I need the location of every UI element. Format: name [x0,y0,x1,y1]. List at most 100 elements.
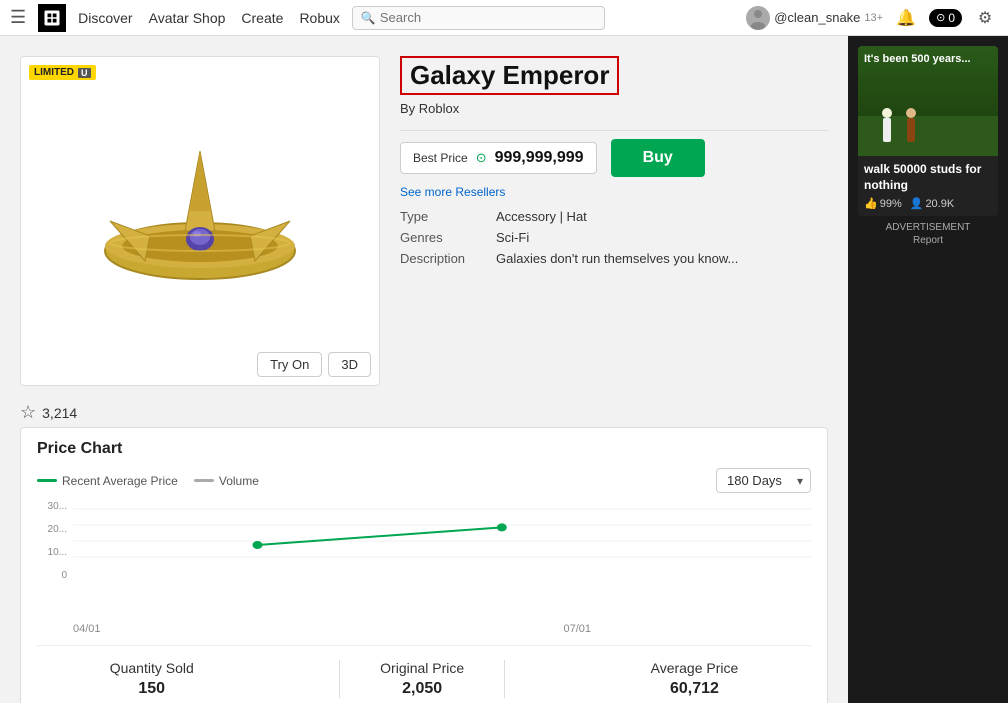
stat-average-price: Average Price 60,712 [651,660,739,698]
legend-avg-label: Recent Average Price [62,474,178,488]
roblox-logo[interactable] [38,4,66,32]
type-value: Accessory | Hat [496,209,587,224]
nav-discover[interactable]: Discover [78,10,132,26]
star-count: 3,214 [42,405,77,421]
ad-report-link[interactable]: Report [913,235,943,246]
price-value: 999,999,999 [495,149,584,167]
ad-title: It's been 500 years... [864,52,971,66]
ad-players: 👤 20.9K [910,197,954,210]
legend-gray-line [194,479,214,482]
star-rating-row: ☆ 3,214 [20,402,828,423]
item-image [90,121,310,321]
menu-icon[interactable]: ☰ [10,7,26,28]
stats-row: Quantity Sold 150 Original Price 2,050 A… [37,645,811,702]
type-label: Type [400,209,480,224]
nav-links: Discover Avatar Shop Create Robux [78,10,340,26]
description-value: Galaxies don't run themselves you know..… [496,251,738,266]
star-icon[interactable]: ☆ [20,402,36,423]
original-price-value: 2,050 [402,680,442,698]
ad-players-value: 20.9K [925,198,954,210]
see-resellers-link[interactable]: See more Resellers [400,185,828,199]
genres-row: Genres Sci-Fi [400,230,828,245]
ad-stats: 👍 99% 👤 20.9K [864,197,992,210]
chart-y-labels: 30... 20... 10... 0 [37,501,67,581]
thumbs-up-icon: 👍 [864,197,878,210]
y-label-0: 0 [37,570,67,581]
nav-avatar-shop[interactable]: Avatar Shop [149,10,226,26]
chart-container: 30... 20... 10... 0 [37,501,811,621]
search-icon: 🔍 [361,11,376,25]
days-select[interactable]: 180 Days 90 Days 30 Days [716,468,811,493]
price-box: Best Price ⊙ 999,999,999 [400,142,597,174]
nav-robux[interactable]: Robux [299,10,339,26]
x-label-apr: 04/01 [73,623,101,635]
ad-figure-2 [902,108,920,148]
average-price-label: Average Price [651,660,739,676]
ad-likes-value: 99% [880,198,902,210]
content-area: LIMITED U [0,36,848,703]
legend-green-line [37,479,57,482]
y-label-30: 30... [37,501,67,512]
players-icon: 👤 [910,197,924,210]
robux-icon: ⊙ [936,11,945,24]
ad-label: ADVERTISEMENT [886,222,971,233]
quantity-sold-value: 150 [138,680,165,698]
ad-sidebar: It's been 500 years... walk 50000 studs … [848,36,1008,703]
item-title: Galaxy Emperor [400,56,619,95]
genres-value: Sci-Fi [496,230,529,245]
main-layout: LIMITED U [0,36,1008,703]
buy-button[interactable]: Buy [611,139,705,177]
chart-x-labels: 04/01 07/01 [73,623,811,635]
robux-icon: ⊙ [476,150,487,166]
ad-footer: walk 50000 studs for nothing 👍 99% 👤 20.… [858,156,998,216]
best-price-label: Best Price [413,151,468,165]
y-label-20: 20... [37,524,67,535]
search-input[interactable] [380,10,596,25]
quantity-sold-label: Quantity Sold [110,660,194,676]
nav-create[interactable]: Create [241,10,283,26]
chart-svg [73,501,811,581]
item-3d-controls: Try On 3D [257,352,371,377]
stat-quantity-sold: Quantity Sold 150 [110,660,194,698]
description-row: Description Galaxies don't run themselve… [400,251,828,266]
ad-figure-1 [878,108,896,148]
y-label-10: 10... [37,547,67,558]
days-selector[interactable]: 180 Days 90 Days 30 Days [716,468,811,493]
legend-vol-label: Volume [219,474,259,488]
item-image-box: LIMITED U [20,56,380,386]
legend-vol: Volume [194,474,259,488]
settings-icon[interactable]: ⚙ [972,5,998,31]
price-chart-section: Price Chart Recent Average Price Volume … [20,427,828,703]
user-profile[interactable]: @clean_snake 13+ [746,6,883,30]
stat-original-price: Original Price 2,050 [339,660,505,698]
search-bar[interactable]: 🔍 [352,6,605,30]
price-row: Best Price ⊙ 999,999,999 Buy [400,139,828,177]
ad-image: It's been 500 years... [858,46,998,156]
u-badge: U [78,68,91,78]
ad-likes: 👍 99% [864,197,902,210]
top-navigation: ☰ Discover Avatar Shop Create Robux 🔍 @c… [0,0,1008,36]
genres-label: Genres [400,230,480,245]
username: @clean_snake [774,10,860,25]
user-age: 13+ [864,12,883,24]
limited-badge: LIMITED U [29,65,96,80]
ad-box: It's been 500 years... walk 50000 studs … [858,46,998,216]
item-info: Galaxy Emperor By Roblox Best Price ⊙ 99… [400,56,828,386]
item-header: LIMITED U [20,46,828,396]
chart-title: Price Chart [37,440,811,458]
item-creator: By Roblox [400,101,828,116]
chart-legend: Recent Average Price Volume [37,474,259,488]
type-row: Type Accessory | Hat [400,209,828,224]
item-meta: Type Accessory | Hat Genres Sci-Fi Descr… [400,209,828,266]
ad-body-text: walk 50000 studs for nothing [864,162,992,193]
try-on-button[interactable]: Try On [257,352,322,377]
3d-button[interactable]: 3D [328,352,371,377]
chart-header: Recent Average Price Volume 180 Days 90 … [37,468,811,493]
notifications-icon[interactable]: 🔔 [893,5,919,31]
nav-right: @clean_snake 13+ 🔔 ⊙ 0 ⚙ [746,5,998,31]
robux-badge[interactable]: ⊙ 0 [929,9,962,27]
x-label-jul: 07/01 [563,623,591,635]
avatar [746,6,770,30]
legend-avg: Recent Average Price [37,474,178,488]
ad-figures [878,108,920,148]
